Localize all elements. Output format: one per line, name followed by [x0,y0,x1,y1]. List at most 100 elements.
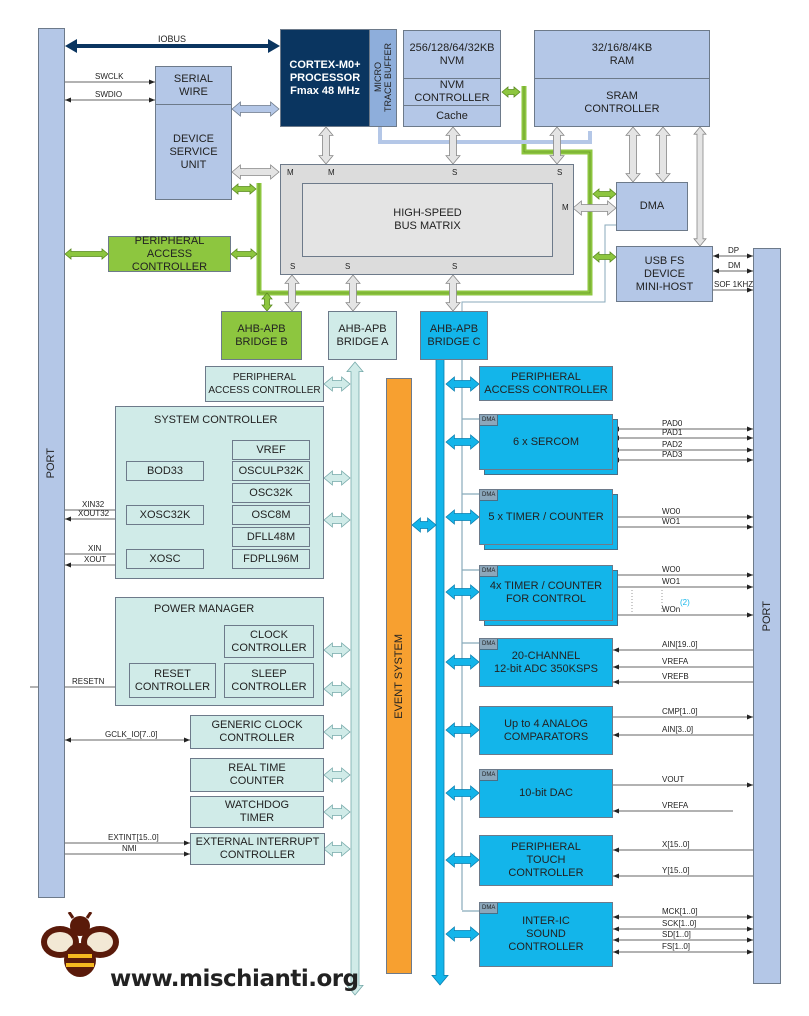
device-service-unit: DEVICE SERVICE UNIT [155,104,232,200]
bridge-b: AHB-APB BRIDGE B [221,311,302,360]
event-system-label: EVENT SYSTEM [392,633,405,719]
sysctrl-item: OSCULP32K [232,461,310,481]
signal-label: SCK[1..0] [662,919,697,928]
signal-label: CMP[1..0] [662,707,698,716]
double-arrow [64,248,109,260]
slave-port-label: S [452,168,458,177]
cpu-box: CORTEX-M0+ PROCESSOR Fmax 48 MHz [280,29,370,127]
double-arrow [261,292,273,312]
power-manager-title: POWER MANAGER [154,603,255,615]
slave-port-label: S [345,262,351,271]
sysctrl-item: XOSC [126,549,204,569]
signal-label: SWCLK [95,72,124,81]
arrowhead [713,253,719,259]
slave-port-label: S [452,262,458,271]
arrowhead [65,97,71,103]
double-arrow [411,517,437,533]
arrowhead [65,516,71,522]
peripheral-label: PERIPHERAL ACCESS CONTROLLER [484,370,608,396]
peripheral-tc: 5 x TIMER / COUNTER DMA [479,489,613,545]
peripheral-pac: PERIPHERAL ACCESS CONTROLLER [479,366,613,401]
arrowhead [65,562,71,568]
slave-port-label: S [557,168,563,177]
arrowhead [613,949,619,955]
master-port-label: M [562,203,569,212]
signal-label: WOn [662,605,681,614]
double-arrow [501,86,521,98]
signal-label: DP [728,246,740,255]
double-arrow [231,164,280,180]
external-interrupt-controller: EXTERNAL INTERRUPT CONTROLLER [190,833,325,865]
nvm: 256/128/64/32KB NVM [403,30,501,79]
dma-tag: DMA [480,415,499,426]
dma-tag: DMA [480,490,499,501]
arrowhead [613,664,619,670]
dma-tag: DMA [480,770,499,781]
port-right-label: PORT [760,600,773,632]
peripheral-access-controller-a: PERIPHERAL ACCESS CONTROLLER [205,366,324,402]
arrowhead [613,914,619,920]
arrowhead [613,435,619,441]
signal-label: AIN[19..0] [662,640,698,649]
sleep-controller: SLEEP CONTROLLER [224,663,314,698]
signal-label: RESETN [72,677,105,686]
sysctrl-item: DFLL48M [232,527,310,547]
nvm-controller: NVM CONTROLLER [403,78,501,106]
double-arrow [445,126,461,165]
arrowhead [613,873,619,879]
double-arrow [431,329,449,986]
arrowhead [613,937,619,943]
trace-buffer-label: MICRO TRACE BUFFER [373,43,393,113]
double-arrow [693,126,707,247]
peripheral-label: PERIPHERAL TOUCH CONTROLLER [508,841,584,879]
signal-label: DM [728,261,741,270]
double-arrow [346,361,364,996]
peripheral-sercom: 6 x SERCOM DMA [479,414,613,470]
double-arrow [231,183,257,195]
arrowhead [268,39,280,53]
arrowhead [613,926,619,932]
signal-label: WO1 [662,517,681,526]
double-arrow [323,767,351,783]
arrowhead [613,457,619,463]
signal-label: WO0 [662,565,681,574]
sysctrl-item: XOSC32K [126,505,204,525]
signal-label: XOUT [84,555,107,564]
double-arrow [231,101,280,117]
signal-label: VOUT [662,775,685,784]
signal-label: PAD3 [662,450,683,459]
signal-label: EXTINT[15..0] [108,833,159,842]
double-arrow [323,512,351,528]
system-controller-title: SYSTEM CONTROLLER [154,414,278,426]
double-arrow [230,248,258,260]
double-arrow [323,376,351,392]
peripheral-label: 20-CHANNEL 12-bit ADC 350KSPS [494,649,598,675]
arrowhead [613,732,619,738]
event-system: EVENT SYSTEM [386,378,412,974]
signal-label: X[15..0] [662,840,690,849]
arrowhead [613,808,619,814]
peripheral-label: Up to 4 ANALOG COMPARATORS [503,717,589,743]
signal-label: PAD1 [662,428,683,437]
peripheral-ac: Up to 4 ANALOG COMPARATORS [479,706,613,755]
sysctrl-item: VREF [232,440,310,460]
ram: 32/16/8/4KB RAM [534,30,710,79]
double-arrow [445,926,480,942]
signal-label: VREFB [662,672,689,681]
signal-label: SOF 1KHZ [714,280,754,289]
peripheral-label: INTER-IC SOUND CONTROLLER [508,915,584,953]
signal-label: SD[1..0] [662,930,691,939]
port-left-label: PORT [45,447,57,479]
clock-controller: CLOCK CONTROLLER [224,625,314,658]
signal-label: XOUT32 [78,509,110,518]
peripheral-dac: 10-bit DAC DMA [479,769,613,818]
peripheral-label: 4x TIMER / COUNTER FOR CONTROL [489,580,603,605]
signal-label: AIN[3..0] [662,725,694,734]
real-time-counter: REAL TIME COUNTER [190,758,324,792]
reset-controller: RESET CONTROLLER [129,663,216,698]
arrowhead [65,39,77,53]
sysctrl-item: FDPLL96M [232,549,310,569]
signal-label: SWDIO [95,90,123,99]
dma-tag: DMA [480,566,499,577]
arrowhead [613,447,619,453]
